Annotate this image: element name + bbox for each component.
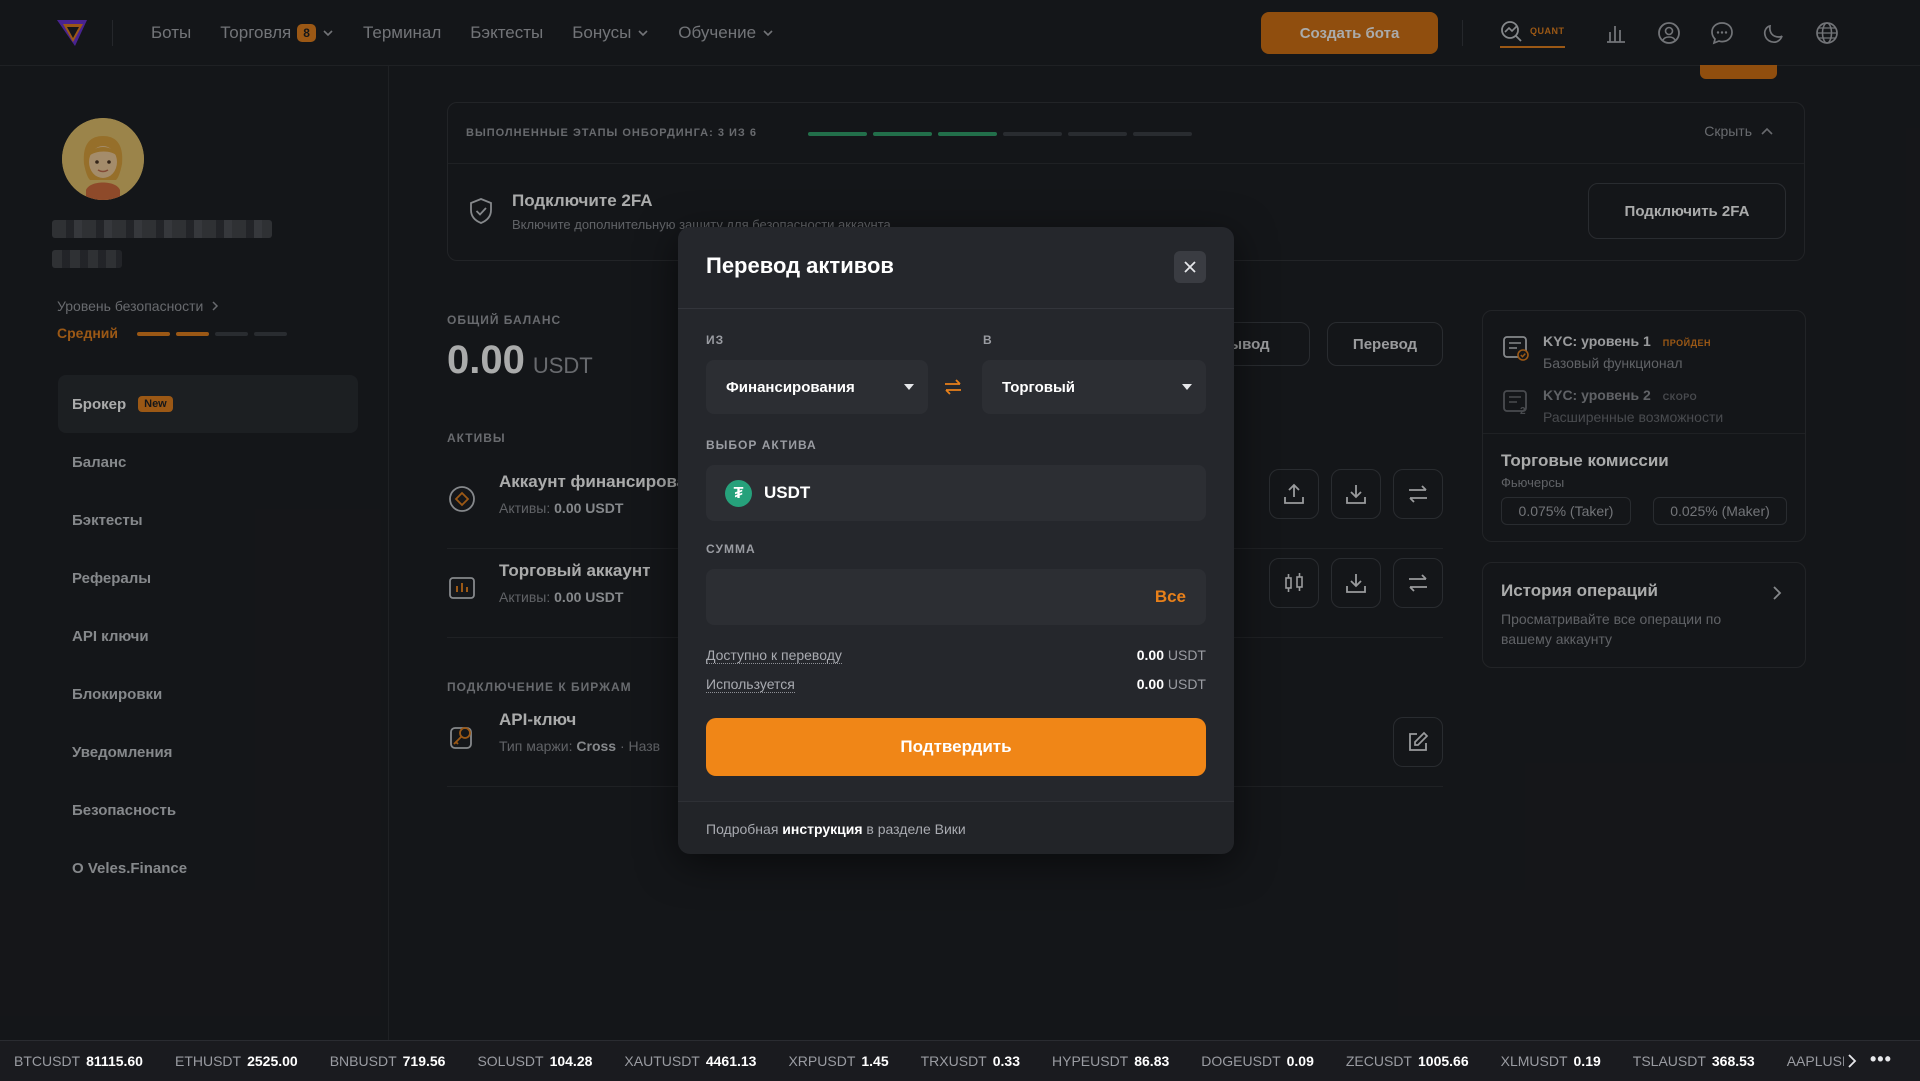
ticker-price: 368.53: [1711, 1053, 1755, 1069]
ticker-list: BTCUSDT 81115.60 ETHUSDT 2525.00 BNBUSDT 719.…: [14, 1041, 1844, 1081]
ticker-symbol: HYPEUSDT: [1052, 1053, 1129, 1069]
used-amount: 0.00 USDT: [1137, 676, 1206, 692]
all-amount-button[interactable]: Все: [1155, 587, 1186, 607]
chevron-right-icon[interactable]: [1844, 1053, 1860, 1069]
to-label: В: [983, 333, 993, 347]
ticker-item[interactable]: AAPLUSDT32: [1787, 1053, 1844, 1069]
more-icon[interactable]: •••: [1870, 1049, 1892, 1070]
close-button[interactable]: [1174, 251, 1206, 283]
caret-down-icon: [1182, 384, 1192, 390]
ticker-price: 104.28: [549, 1053, 593, 1069]
ticker-item[interactable]: XRPUSDT 1.45: [788, 1053, 888, 1069]
ticker-price: 1005.66: [1418, 1053, 1469, 1069]
ticker-symbol: BNBUSDT: [329, 1053, 397, 1069]
ticker-price: 1.45: [861, 1053, 889, 1069]
confirm-button[interactable]: Подтвердить: [706, 718, 1206, 776]
footer-suffix: в разделе Вики: [862, 821, 966, 837]
asset-select-label: ВЫБОР АКТИВА: [706, 438, 817, 452]
available-row: Доступно к переводу 0.00 USDT: [706, 647, 1206, 667]
ticker-item[interactable]: HYPEUSDT 86.83: [1052, 1053, 1169, 1069]
divider: [678, 308, 1234, 309]
used-row: Используется 0.00 USDT: [706, 676, 1206, 696]
ticker-symbol: TRXUSDT: [920, 1053, 987, 1069]
available-unit: USDT: [1167, 647, 1206, 663]
used-unit: USDT: [1167, 676, 1206, 692]
to-account-value: Торговый: [1002, 378, 1076, 396]
ticker-symbol: SOLUSDT: [477, 1053, 544, 1069]
ticker-item[interactable]: BTCUSDT 81115.60: [14, 1053, 143, 1069]
ticker-item[interactable]: BNBUSDT 719.56: [330, 1053, 446, 1069]
from-account-select[interactable]: Финансирования: [706, 360, 928, 414]
ticker-symbol: XLMUSDT: [1500, 1053, 1568, 1069]
available-label[interactable]: Доступно к переводу: [706, 647, 842, 664]
swap-accounts-icon[interactable]: [942, 376, 964, 398]
to-account-select[interactable]: Торговый: [982, 360, 1206, 414]
ticker-symbol: XAUTUSDT: [624, 1053, 700, 1069]
ticker-item[interactable]: ZECUSDT 1005.66: [1346, 1053, 1469, 1069]
modal-footer-text: Подробная инструкция в разделе Вики: [706, 821, 966, 837]
ticker-item[interactable]: ETHUSDT 2525.00: [175, 1053, 298, 1069]
from-account-value: Финансирования: [726, 378, 855, 396]
available-value: 0.00: [1136, 647, 1164, 663]
amount-input[interactable]: [722, 569, 1126, 627]
used-value: 0.00: [1136, 676, 1164, 692]
ticker-symbol: ZECUSDT: [1345, 1053, 1412, 1069]
ticker-price: 2525.00: [247, 1053, 298, 1069]
ticker-item[interactable]: SOLUSDT 104.28: [477, 1053, 592, 1069]
ticker-item[interactable]: XLMUSDT 0.19: [1501, 1053, 1601, 1069]
ticker-price: 719.56: [402, 1053, 446, 1069]
ticker-item[interactable]: DOGEUSDT 0.09: [1201, 1053, 1314, 1069]
available-amount: 0.00 USDT: [1137, 647, 1206, 663]
ticker-price: 86.83: [1134, 1053, 1170, 1069]
instruction-link[interactable]: инструкция: [782, 821, 862, 837]
ticker-symbol: XRPUSDT: [788, 1053, 856, 1069]
amount-label: СУММА: [706, 542, 756, 556]
price-ticker: BTCUSDT 81115.60 ETHUSDT 2525.00 BNBUSDT 719.…: [0, 1040, 1920, 1081]
modal-title: Перевод активов: [706, 253, 894, 278]
ticker-symbol: BTCUSDT: [14, 1053, 81, 1069]
ticker-item[interactable]: TSLAUSDT 368.53: [1633, 1053, 1755, 1069]
ticker-price: 0.09: [1286, 1053, 1314, 1069]
from-label: ИЗ: [706, 333, 725, 347]
close-icon: [1184, 261, 1196, 273]
ticker-price: 81115.60: [86, 1053, 143, 1069]
ticker-symbol: ETHUSDT: [174, 1053, 242, 1069]
ticker-price: 0.19: [1573, 1053, 1601, 1069]
ticker-item[interactable]: XAUTUSDT 4461.13: [624, 1053, 756, 1069]
ticker-symbol: DOGEUSDT: [1201, 1053, 1281, 1069]
used-label[interactable]: Используется: [706, 676, 795, 693]
footer-prefix: Подробная: [706, 821, 783, 837]
ticker-price: 0.33: [992, 1053, 1020, 1069]
ticker-symbol: AAPLUSDT: [1786, 1053, 1844, 1069]
asset-select[interactable]: ₮ USDT: [706, 465, 1206, 521]
ticker-price: 4461.13: [705, 1053, 757, 1069]
transfer-modal: Перевод активов ИЗ В Финансирования Торг…: [678, 227, 1234, 854]
ticker-symbol: TSLAUSDT: [1632, 1053, 1706, 1069]
caret-down-icon: [904, 384, 914, 390]
amount-field: Все: [706, 569, 1206, 627]
ticker-item[interactable]: TRXUSDT 0.33: [921, 1053, 1020, 1069]
tether-icon: ₮: [725, 480, 752, 507]
asset-value: USDT: [764, 483, 811, 502]
